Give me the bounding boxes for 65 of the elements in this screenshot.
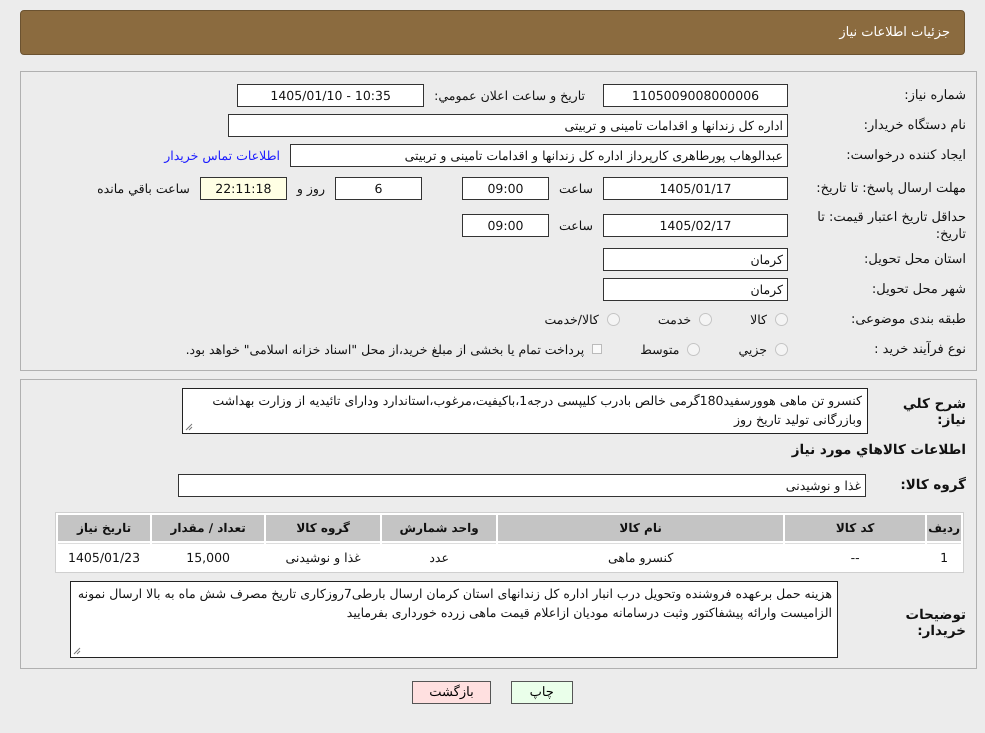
field-label: شهر محل تحویل:	[870, 280, 966, 298]
column-header: تعداد / مقدار	[152, 515, 264, 541]
remaining-time-field: 22:11:18	[200, 177, 287, 200]
section-heading: اطلاعات کالاهاي مورد نياز	[790, 442, 966, 458]
field-label: حداقل تاریخ اعتبار قیمت: تا تاریخ:	[816, 208, 966, 242]
buyer-field: اداره کل زندانها و اقدامات تامینی و تربیتی	[228, 114, 788, 136]
field-label: تاریخ و ساعت اعلان عمومي:	[434, 88, 585, 102]
resize-grip-icon[interactable]	[185, 423, 193, 431]
days-label: روز و	[296, 181, 325, 196]
column-header: ردیف	[927, 515, 961, 541]
field-label: استان محل تحویل:	[863, 250, 966, 268]
field-label: شماره نیاز:	[903, 86, 966, 104]
goods-group-field: غذا و نوشیدنی	[178, 474, 866, 496]
notes-text: هزینه حمل برعهده فروشنده وتحویل درب انبار اداره کل زندانهای استان کرمان ارسال بارطی7روزکاری تاریخ مصرف شش ماه به بالا ارسال نمونه الزامیست وارائه پیشفاکتور وثبت درسامانه مودیان ازاعلام قیمت ماهی زرده خورداری بفرمایید	[78, 586, 832, 620]
radio-button[interactable]	[606, 312, 620, 326]
contact-link[interactable]: اطلاعات تماس خریدار	[164, 148, 280, 162]
action-button[interactable]: چاپ	[510, 681, 573, 704]
table-cell: کنسرو ماهی	[498, 543, 784, 570]
table-cell: 15,000	[152, 543, 264, 570]
column-header: کد کالا	[785, 515, 926, 541]
description-text: کنسرو تن ماهی هوورسفید180گرمی خالص بادرب کلیپسی درجه1،باکیفیت،مرغوب،استاندارد ودارای تائیدیه از وزارت بهداشت وبازرگانی تولید تاریخ روز	[212, 393, 862, 427]
column-header: گروه کالا	[266, 515, 380, 541]
date-field: 1405/02/17	[603, 214, 788, 237]
time-label: ساعت	[558, 181, 593, 196]
table-cell: غذا و نوشیدنی	[266, 543, 380, 570]
page-title: جزئیات اطلاعات نیاز	[839, 25, 950, 40]
days-field: 6	[334, 177, 422, 200]
radio-label: کالا/خدمت	[544, 312, 599, 326]
radio-label: متوسط	[640, 342, 680, 356]
action-button[interactable]: بازگشت	[412, 681, 491, 704]
column-header: واحد شمارش	[382, 515, 496, 541]
field-label: شرح کلي نياز:	[902, 395, 966, 428]
table-cell: 1	[927, 543, 961, 570]
time-field: 09:00	[462, 214, 549, 237]
time-label: ساعت	[558, 218, 593, 233]
resize-grip-icon[interactable]	[73, 647, 81, 655]
requester-field: عبدالوهاب پورطاهری کارپرداز اداره کل زندانها و اقدامات تامینی و تربیتی	[290, 144, 788, 166]
radio-button[interactable]	[687, 342, 700, 356]
field-label: نام دستگاه خریدار:	[862, 116, 966, 134]
radio-label: خدمت	[658, 312, 692, 326]
need-number-field: 1105009008000006	[603, 84, 788, 106]
remaining-label: ساعت باقي مانده	[97, 181, 190, 196]
table-cell: 1405/01/23	[58, 543, 150, 570]
date-field: 1405/01/17	[603, 177, 788, 200]
radio-label: کالا	[750, 312, 767, 326]
field-label: مهلت ارسال پاسخ: تا تاریخ:	[815, 180, 966, 197]
table-cell: --	[785, 543, 926, 570]
radio-button[interactable]	[775, 312, 788, 326]
field-label: توضیحات خریدار:	[904, 606, 966, 639]
radio-button[interactable]	[775, 342, 788, 356]
column-header: تاریخ نیاز	[58, 515, 150, 541]
city-field: کرمان	[603, 278, 788, 300]
province-field: کرمان	[603, 248, 788, 270]
field-label: نوع فرآیند خرید :	[873, 340, 966, 358]
checkbox[interactable]	[592, 344, 602, 354]
column-header: نام کالا	[498, 515, 784, 541]
field-label: گروه کالا:	[899, 477, 966, 493]
radio-button[interactable]	[699, 312, 712, 326]
payment-note: پرداخت تمام یا بخشی از مبلغ خرید،از محل "اسناد خزانه اسلامی" خواهد بود.	[186, 342, 584, 356]
announce-date-field: 1405/01/10 - 10:35	[237, 84, 424, 106]
radio-label: جزيي	[738, 342, 767, 356]
table-cell: عدد	[382, 543, 496, 570]
field-label: طبقه بندی موضوعی:	[850, 310, 966, 328]
time-field: 09:00	[462, 177, 549, 200]
field-label: ایجاد کننده درخواست:	[845, 146, 966, 164]
